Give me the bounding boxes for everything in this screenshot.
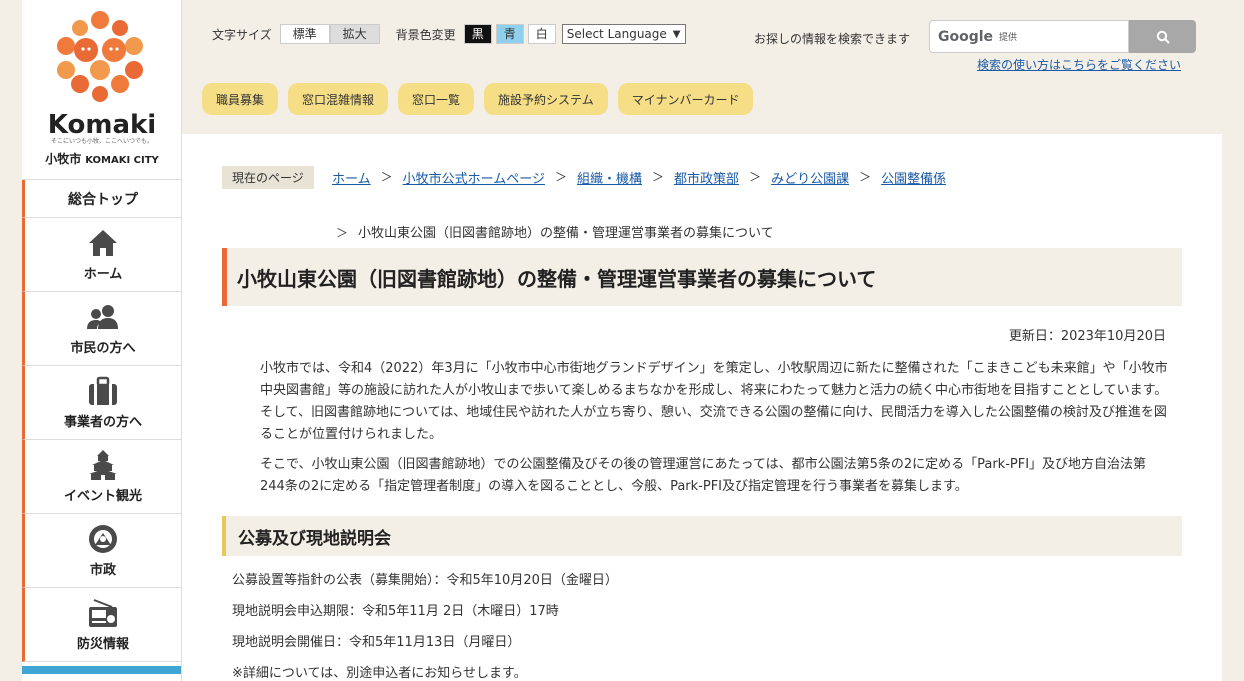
page-title: 小牧山東公園（旧図書館跡地）の整備・管理運営事業者の募集について — [222, 248, 1182, 306]
google-logo: Google — [938, 28, 994, 45]
schedule-item: 現地説明会開催日：令和5年11月13日（月曜日） — [232, 635, 521, 650]
search-button[interactable] — [1129, 20, 1196, 53]
chevron-right-icon: ＞ — [859, 170, 872, 184]
bg-white-button[interactable]: 白 — [527, 24, 556, 44]
nav-business-label: 事業者の方へ — [63, 415, 142, 430]
schedule-item: 公募設置等指針の公表（募集開始）：令和5年10月20日（金曜日） — [232, 573, 618, 588]
breadcrumb-official-site[interactable]: 小牧市公式ホームページ — [403, 168, 545, 187]
radio-icon — [89, 599, 117, 627]
chevron-right-icon: ＞ — [555, 170, 568, 184]
people-icon — [87, 305, 118, 329]
schedule-item: 現地説明会申込期限：令和5年11月 2日（木曜日）17時 — [232, 604, 559, 619]
breadcrumb-links: ホーム＞ 小牧市公式ホームページ＞ 組織・機構＞ 都市政策部＞ みどり公園課＞ … — [332, 168, 1182, 187]
nav-disaster[interactable]: 防災情報 — [22, 588, 181, 662]
breadcrumb-park-maintenance[interactable]: 公園整備係 — [881, 168, 946, 187]
chevron-down-icon: ▼ — [672, 28, 681, 40]
breadcrumb-current: ＞ 小牧山東公園（旧図書館跡地）の整備・管理運営事業者の募集について — [336, 222, 774, 241]
city-name-ja: 小牧市 — [45, 152, 82, 166]
quick-link-mynumber[interactable]: マイナンバーカード — [617, 83, 754, 115]
search-help-link[interactable]: 検索の使い方はこちらをご覧ください — [977, 56, 1181, 73]
accessibility-bar: 文字サイズ 標準 拡大 背景色変更 黒 青 白 Select Language ▼ — [212, 24, 686, 44]
logo-city-name: 小牧市 KOMAKI CITY — [22, 150, 182, 167]
quick-link-recruitment[interactable]: 職員募集 — [202, 83, 279, 115]
logo-mark-icon — [52, 8, 148, 104]
logo-tagline: そこにいつも小牧、ここへいつでも。 — [50, 138, 153, 145]
section-heading: 公募及び現地説明会 — [222, 516, 1182, 556]
castle-icon — [89, 450, 117, 480]
nav-business[interactable]: 事業者の方へ — [22, 366, 181, 440]
updated-date: 更新日：2023年10月20日 — [1008, 329, 1166, 344]
chevron-right-icon: ＞ — [380, 170, 393, 184]
font-large-button[interactable]: 拡大 — [329, 24, 380, 44]
font-size-label: 文字サイズ — [212, 27, 272, 42]
search-input[interactable]: Google 提供 — [929, 20, 1129, 53]
font-standard-button[interactable]: 標準 — [279, 24, 330, 44]
intro-paragraph-2: そこで、小牧山東公園（旧図書館跡地）での公園整備及びその後の管理運営にあたっては… — [260, 457, 1147, 494]
quick-link-facility-booking[interactable]: 施設予約システム — [484, 83, 608, 115]
nav-home[interactable]: ホーム — [22, 218, 181, 292]
briefcase-icon — [89, 376, 117, 405]
nav-events[interactable]: イベント観光 — [22, 440, 181, 514]
breadcrumb-home[interactable]: ホーム — [332, 168, 371, 187]
breadcrumb-current-label: 小牧山東公園（旧図書館跡地）の整備・管理運営事業者の募集について — [358, 226, 774, 241]
home-icon — [89, 230, 117, 256]
chevron-right-icon: ＞ — [652, 170, 665, 184]
breadcrumb-urban-policy[interactable]: 都市政策部 — [674, 168, 739, 187]
nav-city-government-label: 市政 — [89, 563, 116, 578]
chevron-right-icon: ＞ — [749, 170, 762, 184]
search-provided-label: 提供 — [999, 33, 1018, 43]
emblem-icon — [89, 525, 117, 553]
intro-paragraph-1: 小牧市では、令和4（2022）年3月に「小牧市中心市街地グランドデザイン」を策定… — [260, 361, 1168, 442]
breadcrumb-label: 現在のページ — [222, 166, 314, 189]
search-label: お探しの情報を検索できます — [754, 32, 911, 46]
nav-home-label: ホーム — [83, 267, 123, 282]
quick-links: 職員募集 窓口混雑情報 窓口一覧 施設予約システム マイナンバーカード — [202, 83, 763, 115]
nav-citizens[interactable]: 市民の方へ — [22, 292, 181, 366]
breadcrumb-organization[interactable]: 組織・機構 — [577, 168, 642, 187]
header: 文字サイズ 標準 拡大 背景色変更 黒 青 白 Select Language ▼… — [182, 0, 1222, 134]
nav-citizens-label: 市民の方へ — [70, 341, 136, 356]
nav-general-top[interactable]: 総合トップ — [22, 180, 181, 218]
quick-link-counters[interactable]: 窓口一覧 — [398, 83, 475, 115]
site-logo[interactable]: Komaki そこにいつも小牧、ここへいつでも。 小牧市 KOMAKI CITY — [22, 0, 181, 180]
language-select-value: Select Language — [566, 27, 667, 41]
language-select[interactable]: Select Language ▼ — [561, 24, 686, 44]
nav-events-label: イベント観光 — [63, 489, 142, 504]
bg-blue-button[interactable]: 青 — [495, 24, 524, 44]
chevron-right-icon: ＞ — [336, 226, 349, 240]
bg-color-label: 背景色変更 — [395, 27, 456, 42]
nav-disaster-label: 防災情報 — [76, 637, 129, 652]
city-name-en: KOMAKI CITY — [85, 155, 159, 166]
search-icon — [1156, 30, 1170, 44]
bg-black-button[interactable]: 黒 — [463, 24, 492, 44]
nav-more-strip — [22, 666, 181, 674]
quick-link-congestion[interactable]: 窓口混雑情報 — [288, 83, 389, 115]
sidebar: Komaki そこにいつも小牧、ここへいつでも。 小牧市 KOMAKI CITY … — [22, 0, 182, 681]
nav-city-government[interactable]: 市政 — [22, 514, 181, 588]
schedule-note: ※詳細については、別途申込者にお知らせします。 — [232, 666, 527, 681]
breadcrumb-parks-division[interactable]: みどり公園課 — [771, 168, 849, 187]
